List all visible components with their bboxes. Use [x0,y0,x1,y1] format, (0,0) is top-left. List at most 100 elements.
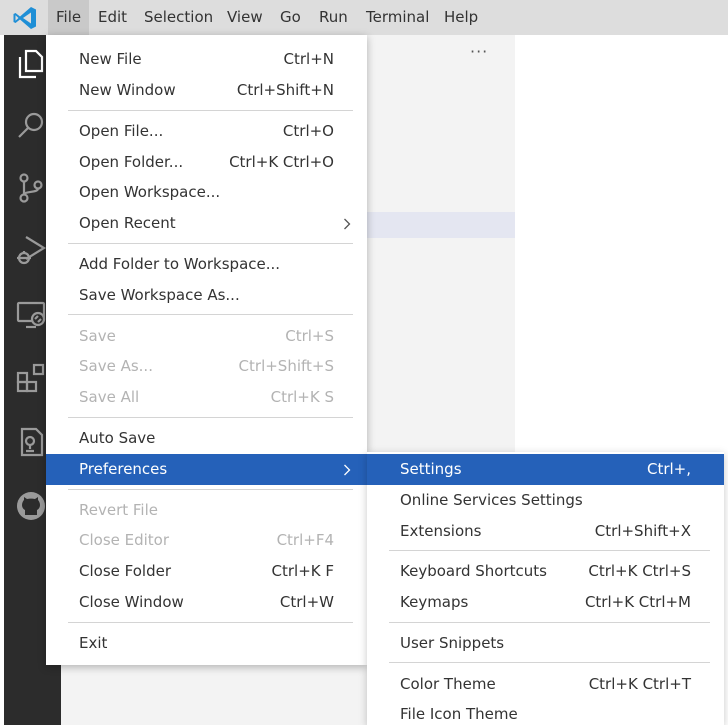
menu-item-label: Settings [400,460,462,478]
sidebar-selected-row[interactable] [367,212,515,238]
menu-item-shortcut: Ctrl+K Ctrl+T [588,675,691,693]
menu-item-save-all: Save All Ctrl+K S [46,382,367,413]
vscode-logo-icon [13,7,36,29]
menu-item-label: Save [79,327,116,345]
menu-item-label: Add Folder to Workspace... [79,255,281,273]
menu-separator [389,622,710,623]
github-icon[interactable] [14,489,48,523]
menu-file[interactable]: File [48,0,90,35]
menu-item-shortcut: Ctrl+K Ctrl+S [588,562,691,580]
run-debug-icon[interactable] [14,233,48,267]
menu-item-label: Online Services Settings [400,491,583,509]
more-actions-icon[interactable]: ··· [470,42,488,61]
menu-item-revert-file: Revert File [46,495,367,526]
menu-item-new-file[interactable]: New File Ctrl+N [46,44,367,75]
menu-item-shortcut: Ctrl+N [283,50,334,68]
menu-item-shortcut: Ctrl+W [279,593,334,611]
menu-run[interactable]: Run [311,0,356,35]
menu-item-shortcut: Ctrl+K S [270,388,334,406]
menu-item-label: Color Theme [400,675,496,693]
menu-item-label: Open File... [79,122,164,140]
menu-item-shortcut: Ctrl+F4 [276,531,334,549]
menu-item-online-services-settings[interactable]: Online Services Settings [367,485,724,516]
menu-separator [389,662,710,663]
menu-item-close-editor: Close Editor Ctrl+F4 [46,525,367,556]
menu-item-settings[interactable]: Settings Ctrl+, [367,454,724,485]
activity-bar-edge [0,35,4,725]
menu-item-close-window[interactable]: Close Window Ctrl+W [46,587,367,618]
menu-item-shortcut: Ctrl+Shift+S [238,357,334,375]
menu-item-label: New Window [79,81,176,99]
menu-item-label: Save All [79,388,140,406]
menu-item-open-file[interactable]: Open File... Ctrl+O [46,116,367,147]
menu-item-label: Close Folder [79,562,171,580]
menu-item-label: Exit [79,634,108,652]
menu-item-open-workspace[interactable]: Open Workspace... [46,177,367,208]
search-icon[interactable] [14,109,48,143]
menu-item-label: Extensions [400,522,482,540]
menu-edit[interactable]: Edit [90,0,135,35]
menu-selection[interactable]: Selection [136,0,221,35]
menu-separator [68,110,353,111]
menu-item-file-icon-theme[interactable]: File Icon Theme [367,699,724,725]
menu-item-preferences[interactable]: Preferences [46,454,367,485]
menu-help[interactable]: Help [436,0,486,35]
menu-item-label: Keyboard Shortcuts [400,562,547,580]
menu-item-label: Keymaps [400,593,469,611]
menu-item-label: New File [79,50,142,68]
menu-item-label: Save Workspace As... [79,286,240,304]
menu-item-add-folder-to-workspace[interactable]: Add Folder to Workspace... [46,249,367,280]
preferences-submenu: Settings Ctrl+, Online Services Settings… [367,452,724,725]
menu-item-keymaps[interactable]: Keymaps Ctrl+K Ctrl+M [367,587,724,618]
menu-item-label: User Snippets [400,634,505,652]
menu-item-open-recent[interactable]: Open Recent [46,208,367,239]
menu-item-label: Open Folder... [79,153,184,171]
menu-item-label: Preferences [79,460,168,478]
menu-item-label: Revert File [79,501,158,519]
menu-view[interactable]: View [219,0,271,35]
menu-item-shortcut: Ctrl+Shift+N [236,81,334,99]
source-control-icon[interactable] [14,171,48,205]
menu-item-keyboard-shortcuts[interactable]: Keyboard Shortcuts Ctrl+K Ctrl+S [367,556,724,587]
menu-item-label: Close Editor [79,531,170,549]
menu-item-label: Auto Save [79,429,156,447]
menu-item-exit[interactable]: Exit [46,628,367,659]
menu-item-shortcut: Ctrl+K F [271,562,335,580]
menu-item-shortcut: Ctrl+, [646,460,691,478]
menu-separator [68,622,353,623]
menu-go[interactable]: Go [272,0,309,35]
menu-item-label: Close Window [79,593,184,611]
menu-item-shortcut: Ctrl+S [285,327,334,345]
menu-item-save-workspace-as[interactable]: Save Workspace As... [46,280,367,311]
menu-item-label: Open Workspace... [79,183,221,201]
test-icon[interactable] [14,425,48,459]
menu-item-label: File Icon Theme [400,705,518,723]
menu-separator [389,550,710,551]
menu-item-shortcut: Ctrl+K Ctrl+M [584,593,691,611]
menubar: File Edit Selection View Go Run Terminal… [0,0,728,35]
menu-separator [68,417,353,418]
menu-separator [68,489,353,490]
menu-item-auto-save[interactable]: Auto Save [46,423,367,454]
menu-item-color-theme[interactable]: Color Theme Ctrl+K Ctrl+T [367,669,724,700]
menu-item-new-window[interactable]: New Window Ctrl+Shift+N [46,75,367,106]
menu-item-label: Open Recent [79,214,176,232]
extensions-icon[interactable] [14,361,48,395]
menu-item-save-as: Save As... Ctrl+Shift+S [46,351,367,382]
menu-item-shortcut: Ctrl+O [282,122,334,140]
menu-separator [68,243,353,244]
menu-item-shortcut: Ctrl+Shift+X [594,522,691,540]
menu-separator [68,314,353,315]
menu-item-extensions[interactable]: Extensions Ctrl+Shift+X [367,516,724,547]
chevron-right-icon [344,464,351,476]
chevron-right-icon [344,218,351,230]
remote-explorer-icon[interactable] [14,297,48,331]
file-menu: New File Ctrl+N New Window Ctrl+Shift+N … [46,35,367,665]
explorer-icon[interactable] [14,47,48,81]
menu-item-open-folder[interactable]: Open Folder... Ctrl+K Ctrl+O [46,147,367,178]
menu-item-close-folder[interactable]: Close Folder Ctrl+K F [46,556,367,587]
menu-item-save: Save Ctrl+S [46,321,367,352]
menu-item-label: Save As... [79,357,153,375]
menu-item-user-snippets[interactable]: User Snippets [367,628,724,659]
menu-terminal[interactable]: Terminal [358,0,437,35]
